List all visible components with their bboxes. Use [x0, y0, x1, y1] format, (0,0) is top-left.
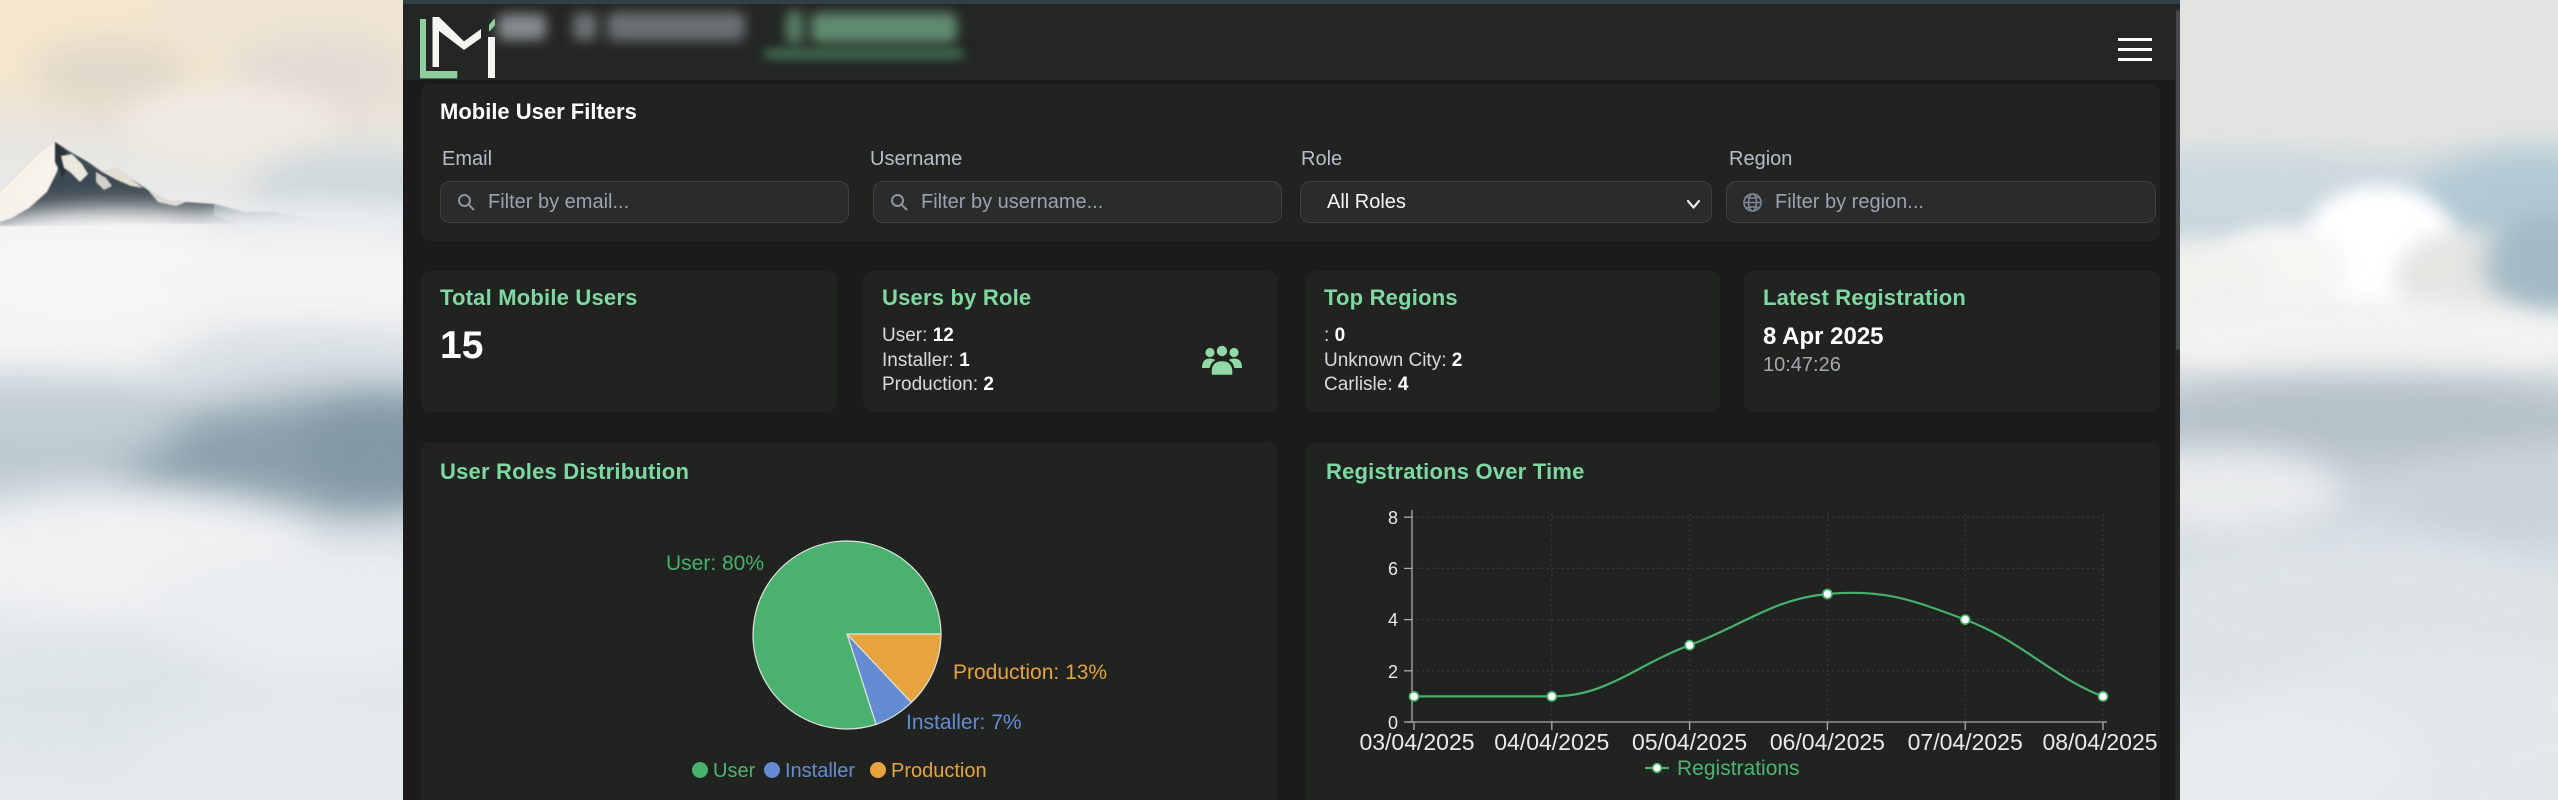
- svg-text:03/04/2025: 03/04/2025: [1359, 729, 1474, 755]
- svg-text:6: 6: [1388, 559, 1398, 579]
- svg-text:8: 8: [1388, 508, 1398, 528]
- svg-text:2: 2: [1388, 662, 1398, 682]
- svg-text:05/04/2025: 05/04/2025: [1632, 729, 1747, 755]
- svg-text:Registrations: Registrations: [1677, 757, 1800, 780]
- svg-text:4: 4: [1388, 610, 1398, 630]
- svg-text:08/04/2025: 08/04/2025: [2042, 729, 2157, 755]
- svg-text:07/04/2025: 07/04/2025: [1908, 729, 2023, 755]
- svg-text:04/04/2025: 04/04/2025: [1494, 729, 1609, 755]
- svg-text:06/04/2025: 06/04/2025: [1770, 729, 1885, 755]
